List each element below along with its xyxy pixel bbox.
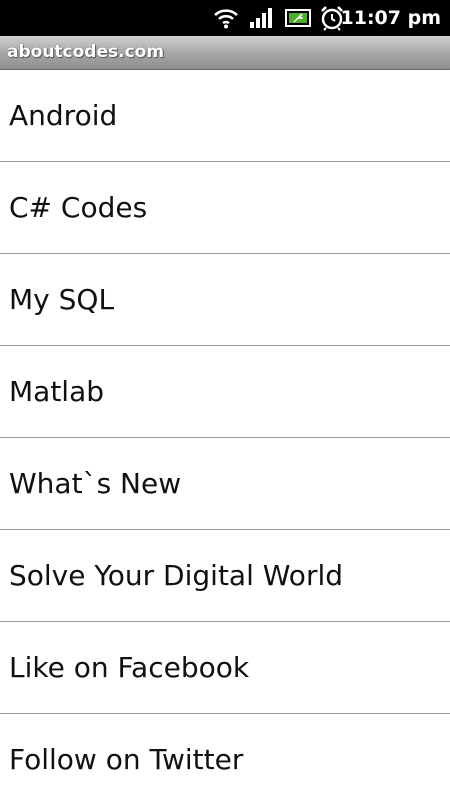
list-item-label: What`s New bbox=[9, 467, 182, 500]
app-title-bar: aboutcodes.com bbox=[0, 36, 450, 70]
app-title: aboutcodes.com bbox=[7, 42, 165, 62]
list-item-follow-twitter[interactable]: Follow on Twitter bbox=[0, 714, 450, 805]
list-item-label: C# Codes bbox=[9, 191, 148, 224]
signal-icon bbox=[248, 0, 274, 36]
list-item-label: Follow on Twitter bbox=[9, 743, 244, 776]
list-item-csharp-codes[interactable]: C# Codes bbox=[0, 162, 450, 254]
list-item-mysql[interactable]: My SQL bbox=[0, 254, 450, 346]
status-time: 11:07 pm bbox=[340, 7, 442, 29]
list-item-label: Like on Facebook bbox=[9, 651, 250, 684]
list-item-label: Android bbox=[9, 99, 118, 132]
list-item-label: Solve Your Digital World bbox=[9, 559, 344, 592]
list-item-label: My SQL bbox=[9, 283, 115, 316]
list-item-matlab[interactable]: Matlab bbox=[0, 346, 450, 438]
list-item-android[interactable]: Android bbox=[0, 70, 450, 162]
battery-icon bbox=[284, 0, 312, 36]
list-item-like-facebook[interactable]: Like on Facebook bbox=[0, 622, 450, 714]
status-bar: 11:07 pm bbox=[0, 0, 450, 36]
wifi-icon bbox=[212, 0, 240, 36]
list-item-solve-digital-world[interactable]: Solve Your Digital World bbox=[0, 530, 450, 622]
list-item-label: Matlab bbox=[9, 375, 105, 408]
list-item-whats-new[interactable]: What`s New bbox=[0, 438, 450, 530]
menu-list: Android C# Codes My SQL Matlab What`s Ne… bbox=[0, 70, 450, 800]
